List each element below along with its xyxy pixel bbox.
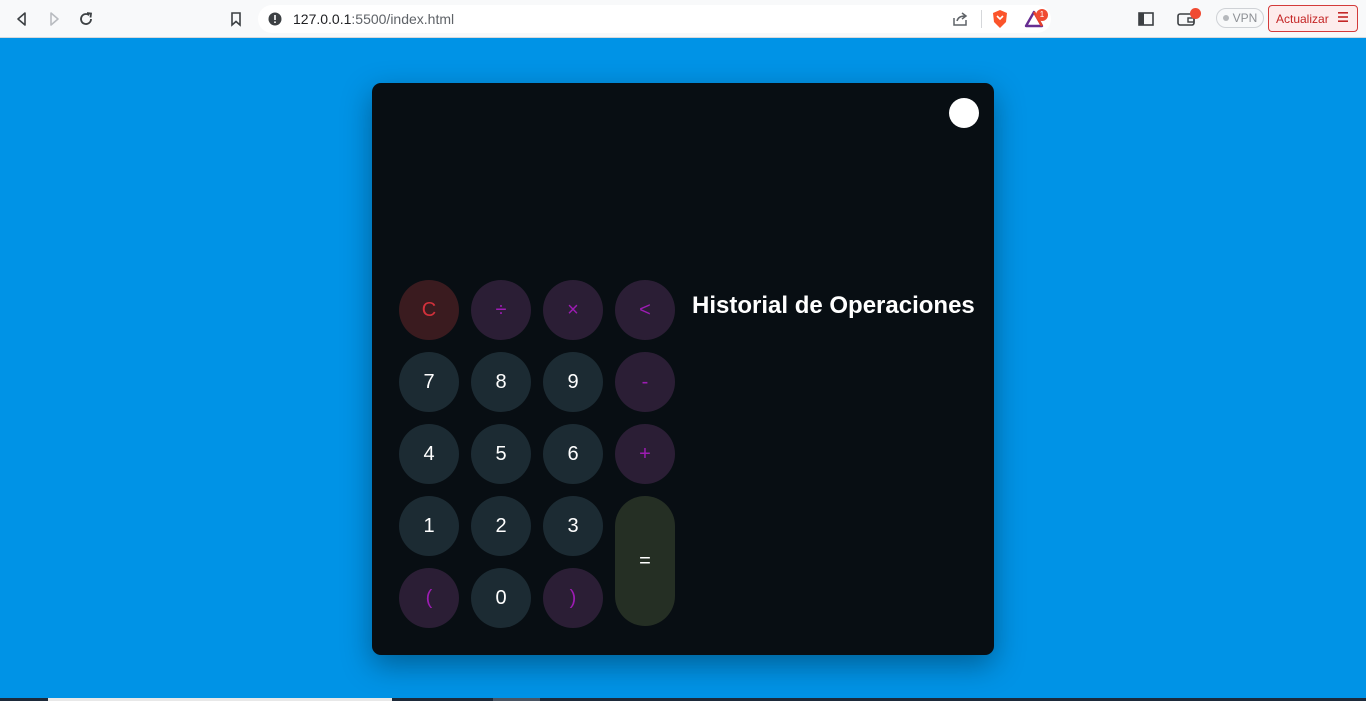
vpn-button[interactable]: VPN <box>1216 8 1264 28</box>
url-host: 127.0.0.1 <box>293 11 352 27</box>
digit-7-button[interactable]: 7 <box>399 352 459 412</box>
plus-button[interactable]: + <box>615 424 675 484</box>
minus-button[interactable]: - <box>615 352 675 412</box>
wallet-notification-dot <box>1190 8 1201 19</box>
history-title: Historial de Operaciones <box>692 292 975 319</box>
equals-button[interactable]: = <box>615 496 675 626</box>
open-paren-button[interactable]: ( <box>399 568 459 628</box>
calculator-panel: C ÷ × < 7 8 9 - 4 5 6 + 1 2 3 = ( 0 ) Hi… <box>372 83 994 655</box>
theme-toggle-button[interactable] <box>949 98 979 128</box>
digit-6-button[interactable]: 6 <box>543 424 603 484</box>
multiply-button[interactable]: × <box>543 280 603 340</box>
back-icon[interactable] <box>10 7 34 31</box>
share-icon[interactable] <box>952 11 969 32</box>
browser-toolbar: 127.0.0.1:5500/index.html 1 VPN Actualiz… <box>0 0 1366 38</box>
address-bar[interactable]: 127.0.0.1:5500/index.html <box>258 5 1051 33</box>
digit-0-button[interactable]: 0 <box>471 568 531 628</box>
site-info-icon[interactable] <box>268 12 282 31</box>
digit-2-button[interactable]: 2 <box>471 496 531 556</box>
sidebar-icon[interactable] <box>1134 7 1158 31</box>
rewards-badge: 1 <box>1036 9 1048 21</box>
bookmark-icon[interactable] <box>224 7 248 31</box>
url-text[interactable]: 127.0.0.1:5500/index.html <box>293 11 454 27</box>
url-path: :5500/index.html <box>351 11 455 27</box>
brave-shields-icon[interactable] <box>988 7 1012 31</box>
vpn-status-icon <box>1222 15 1229 21</box>
toolbar-divider <box>981 10 982 28</box>
update-button[interactable]: Actualizar <box>1268 5 1358 32</box>
digit-3-button[interactable]: 3 <box>543 496 603 556</box>
forward-icon[interactable] <box>42 7 66 31</box>
clear-button[interactable]: C <box>399 280 459 340</box>
digit-4-button[interactable]: 4 <box>399 424 459 484</box>
update-label: Actualizar <box>1276 11 1329 26</box>
digit-8-button[interactable]: 8 <box>471 352 531 412</box>
vpn-label: VPN <box>1232 11 1258 25</box>
digit-9-button[interactable]: 9 <box>543 352 603 412</box>
reload-icon[interactable] <box>74 7 98 31</box>
digit-1-button[interactable]: 1 <box>399 496 459 556</box>
divide-button[interactable]: ÷ <box>471 280 531 340</box>
backspace-button[interactable]: < <box>615 280 675 340</box>
digit-5-button[interactable]: 5 <box>471 424 531 484</box>
close-paren-button[interactable]: ) <box>543 568 603 628</box>
menu-icon <box>1337 11 1349 26</box>
